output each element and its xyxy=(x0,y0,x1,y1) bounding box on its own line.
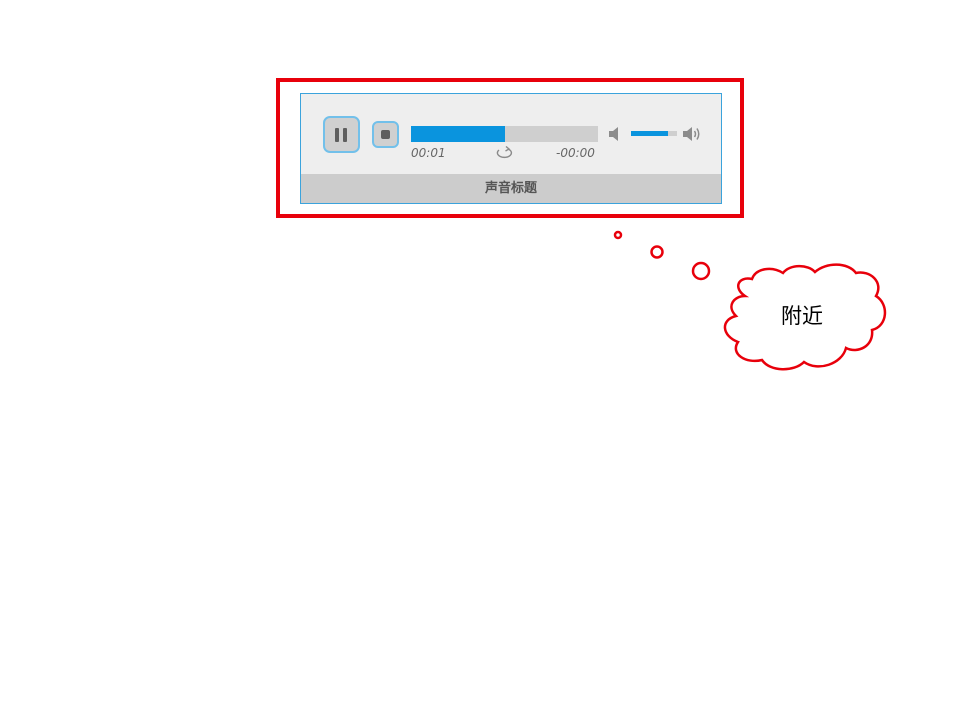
sound-title: 声音标题 xyxy=(301,174,721,203)
speaker-loud-icon[interactable] xyxy=(682,125,702,143)
progress-fill xyxy=(411,126,505,142)
volume-slider[interactable] xyxy=(631,131,677,136)
loop-icon[interactable] xyxy=(495,146,515,160)
thought-bubble xyxy=(613,230,887,371)
pause-button[interactable] xyxy=(323,116,360,153)
volume-fill xyxy=(631,131,668,136)
progress-bar[interactable] xyxy=(411,126,598,142)
callout-text: 附近 xyxy=(781,304,823,328)
current-time: 00:01 xyxy=(411,146,446,160)
remaining-time: -00:00 xyxy=(556,146,595,160)
speaker-mute-icon[interactable] xyxy=(608,125,624,143)
canvas: 00:01 -00:00 声音标题 附近 xyxy=(0,0,960,720)
stop-button[interactable] xyxy=(372,121,399,148)
stop-icon xyxy=(381,130,390,139)
audio-player: 00:01 -00:00 声音标题 xyxy=(300,93,722,204)
